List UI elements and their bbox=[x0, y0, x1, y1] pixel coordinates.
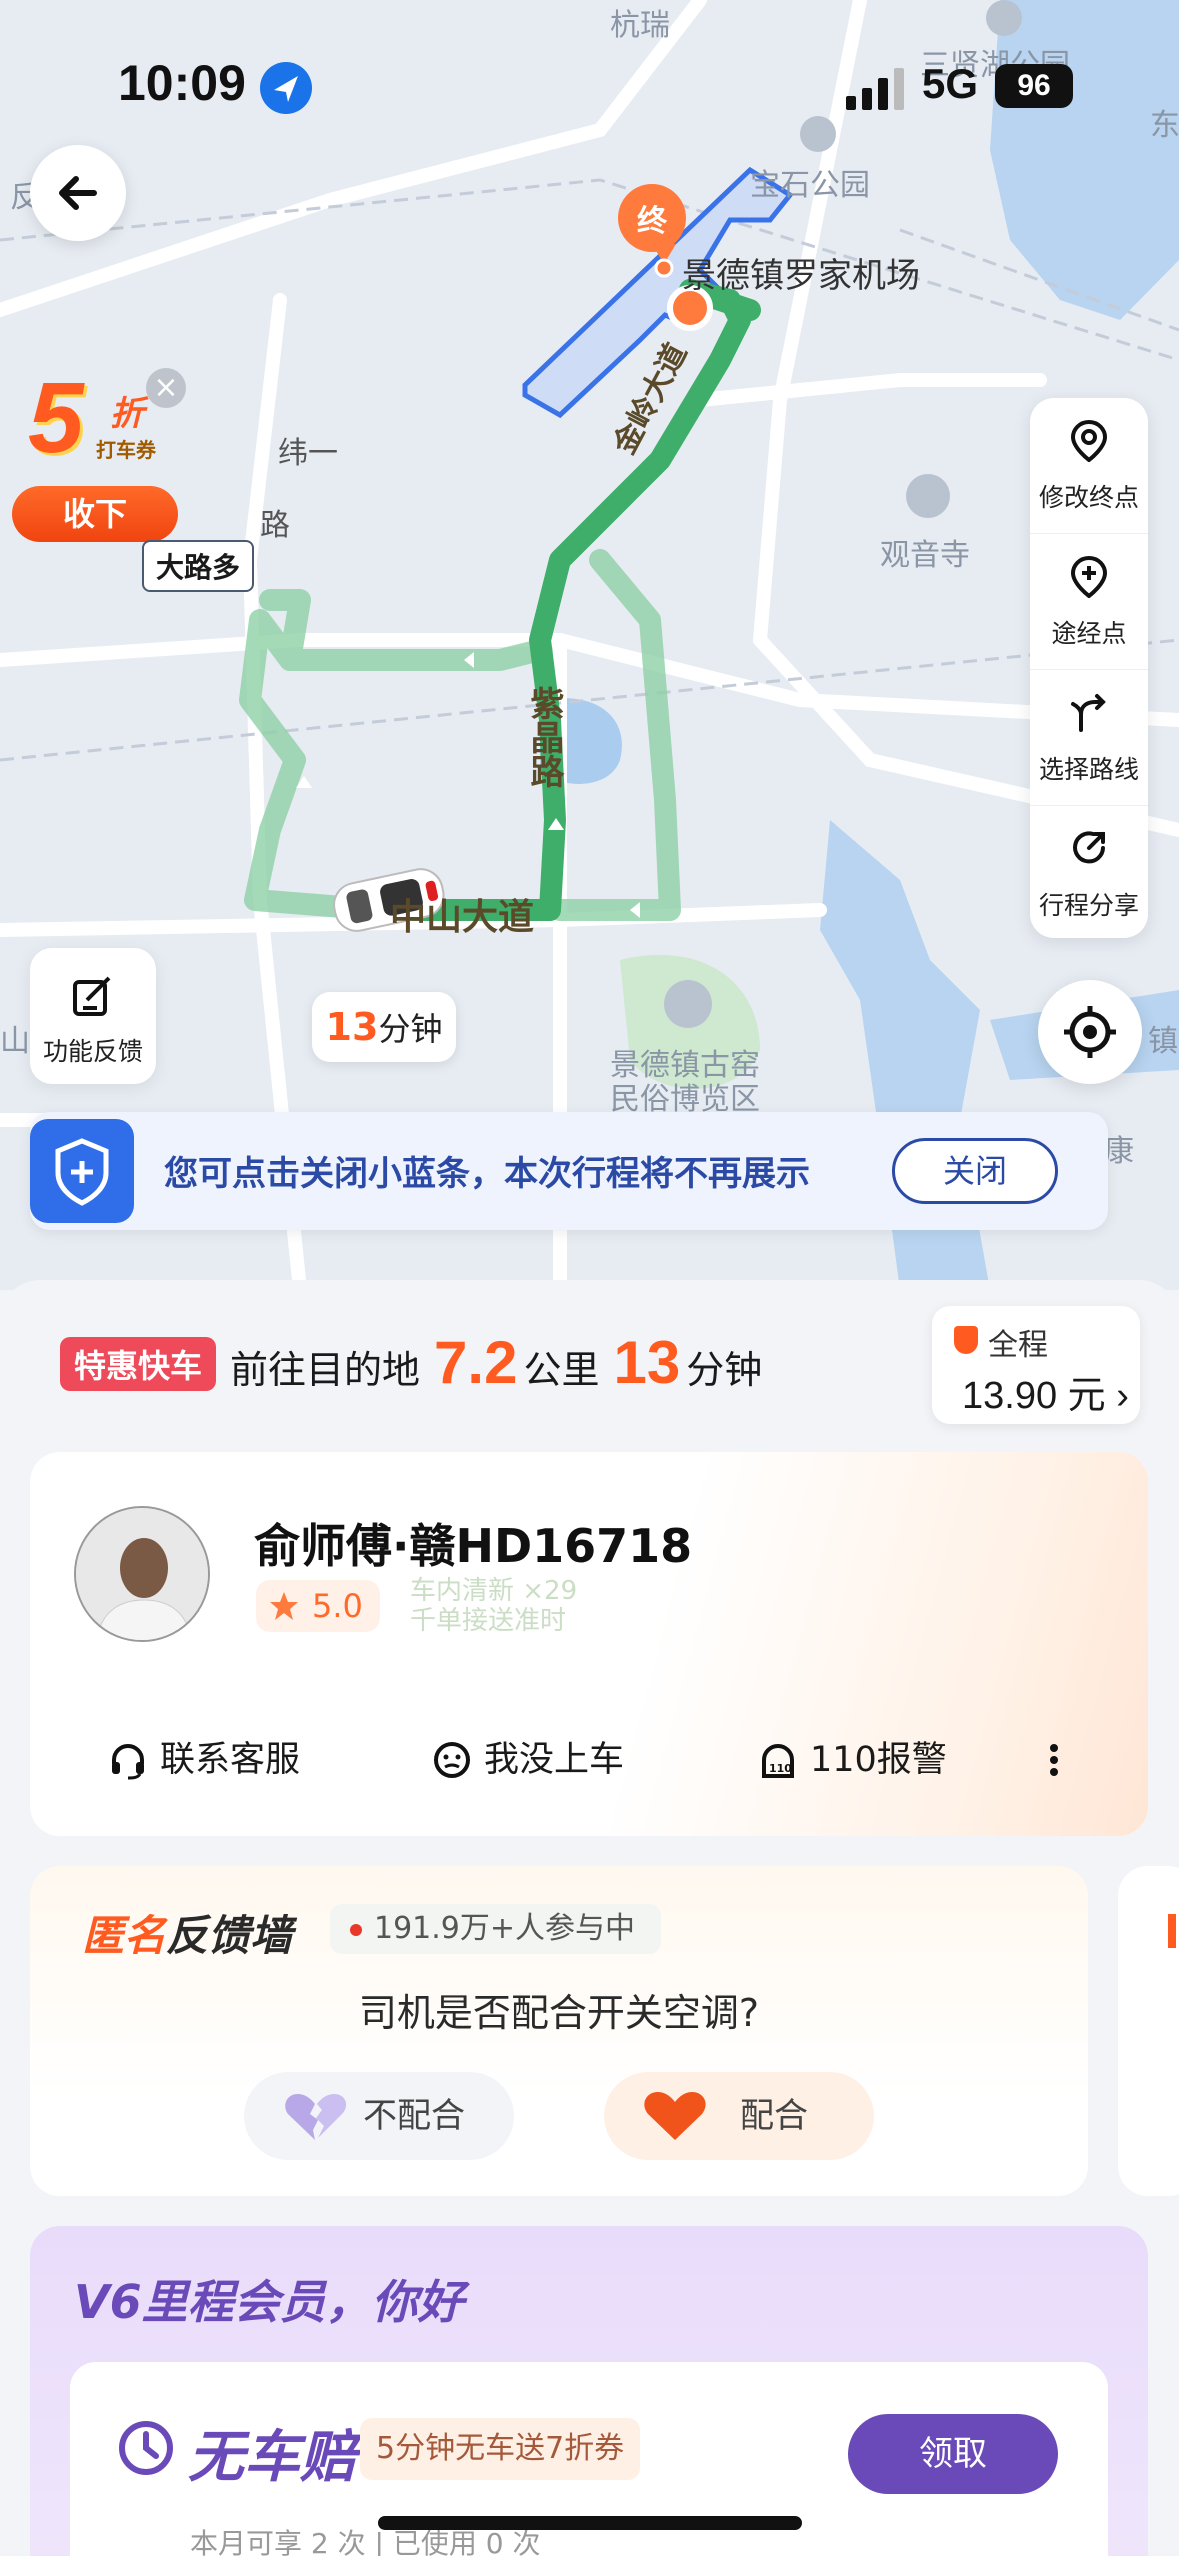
map-label: 康 bbox=[1104, 1134, 1134, 1169]
crosshair-icon bbox=[1064, 1006, 1116, 1058]
member-title: V6里程会员，你好 bbox=[74, 2275, 464, 2329]
tool-share-trip[interactable]: 行程分享 bbox=[1030, 806, 1148, 942]
coupon-take-button[interactable]: 收下 bbox=[12, 486, 178, 542]
tool-select-route[interactable]: 选择路线 bbox=[1030, 670, 1148, 806]
status-bar: 10:09 5G 96 bbox=[0, 0, 1179, 170]
star-icon bbox=[270, 1592, 298, 1620]
map-label: 镇 bbox=[1148, 1024, 1178, 1059]
feature-feedback-button[interactable]: 功能反馈 bbox=[30, 948, 156, 1084]
add-pin-icon bbox=[1070, 555, 1108, 598]
signal-icon bbox=[846, 68, 904, 110]
share-icon bbox=[1073, 831, 1105, 864]
driver-rating: 5.0 bbox=[256, 1580, 380, 1632]
feedback-question: 司机是否配合开关空调? bbox=[358, 1991, 760, 2035]
coupon-close-icon[interactable]: × bbox=[146, 368, 186, 408]
contact-service-button[interactable]: 联系客服 bbox=[108, 1724, 300, 1796]
clock: 10:09 bbox=[118, 55, 246, 111]
more-vertical-icon bbox=[1050, 1744, 1058, 1776]
trip-summary: 特惠快车 前往目的地 7.2 公里 13 分钟 bbox=[60, 1328, 762, 1398]
airport-label: 景德镇罗家机场 bbox=[682, 256, 920, 296]
location-arrow-icon bbox=[260, 62, 312, 114]
edit-icon bbox=[73, 976, 111, 1016]
tool-label: 选择路线 bbox=[1038, 755, 1139, 784]
map-canvas bbox=[0, 0, 1179, 1290]
battery-icon: 96 bbox=[995, 64, 1073, 108]
trip-distance-unit: 公里 bbox=[523, 1348, 600, 1392]
road-label: 紫晶路 bbox=[524, 686, 564, 788]
tool-label: 途经点 bbox=[1051, 619, 1127, 648]
svg-text:110: 110 bbox=[769, 1762, 792, 1775]
trip-minutes-unit: 分钟 bbox=[686, 1348, 763, 1392]
participant-count: 191.9万+人参与中 bbox=[330, 1904, 662, 1954]
trip-distance: 7.2 bbox=[434, 1329, 518, 1396]
map-label: 纬一 bbox=[278, 436, 338, 471]
price-box[interactable]: 全程 13.90 元 › bbox=[932, 1306, 1140, 1424]
eta-pill: 13分钟 bbox=[312, 992, 456, 1062]
broken-heart-icon bbox=[285, 2094, 347, 2140]
ride-type-badge: 特惠快车 bbox=[60, 1337, 217, 1391]
price-value: 13.90 元 › bbox=[962, 1375, 1129, 1417]
face-icon bbox=[434, 1742, 470, 1778]
route-icon bbox=[1071, 694, 1106, 732]
trip-prefix: 前往目的地 bbox=[230, 1348, 421, 1392]
more-button[interactable] bbox=[1048, 1724, 1060, 1796]
option-no-button[interactable]: 不配合 bbox=[244, 2072, 514, 2160]
coupon-discount: 5 bbox=[28, 362, 84, 474]
tool-label: 行程分享 bbox=[1038, 891, 1139, 920]
network-type: 5G bbox=[922, 60, 979, 107]
trip-minutes: 13 bbox=[613, 1329, 681, 1396]
driver-name: 俞师傅·赣HD16718 bbox=[254, 1519, 693, 1573]
price-label: 全程 bbox=[954, 1320, 1048, 1364]
coupon-zhe: 折 bbox=[110, 394, 144, 434]
route-tag: 大路多 bbox=[142, 540, 255, 592]
coupon-subtitle: 打车券 bbox=[96, 438, 156, 462]
option-yes-button[interactable]: 配合 bbox=[604, 2072, 874, 2160]
map-label: 路 bbox=[260, 508, 290, 543]
promo-badge: 5分钟无车送7折券 bbox=[360, 2418, 641, 2480]
safety-bar-text: 您可点击关闭小蓝条，本次行程将不再展示 bbox=[164, 1154, 810, 1194]
driver-tags: 车内清新 ×29 千单接送准时 bbox=[410, 1576, 578, 1636]
no-car-logo: 无车赔 bbox=[116, 2412, 356, 2493]
feedback-label: 功能反馈 bbox=[42, 1037, 143, 1066]
alarm-icon: 110 bbox=[762, 1744, 794, 1778]
road-label: 中山大道 bbox=[390, 897, 535, 938]
map-label: 观音寺 bbox=[880, 538, 970, 573]
card-title: 匿名反馈墙 bbox=[82, 1911, 293, 1960]
driver-actions: 联系客服 我没上车 110 110报警 bbox=[30, 1724, 1148, 1796]
shield-icon bbox=[30, 1119, 134, 1223]
map-view[interactable]: 杭瑞 三贤湖公园 宝石公园 景德镇罗家机场 纬一 路 观音寺 金岭大道 紫晶路 … bbox=[0, 0, 1179, 1290]
locate-button[interactable] bbox=[1038, 980, 1142, 1084]
avatar[interactable] bbox=[74, 1506, 210, 1642]
police-110-button[interactable]: 110 110报警 bbox=[758, 1724, 947, 1796]
eta-unit: 分钟 bbox=[378, 1010, 443, 1048]
next-card-peek[interactable] bbox=[1118, 1866, 1179, 2196]
pin-icon bbox=[1070, 419, 1108, 462]
map-tools-panel: 修改终点 途经点 选择路线 行程分享 bbox=[1030, 398, 1148, 938]
claim-button[interactable]: 领取 bbox=[848, 2414, 1058, 2494]
end-marker: 终 bbox=[637, 204, 667, 239]
clock-icon bbox=[119, 2421, 173, 2475]
headset-icon bbox=[112, 1744, 144, 1780]
discount-coupon[interactable]: 5 折 打车券 收下 × bbox=[10, 362, 186, 542]
member-card: V6里程会员，你好 无车赔 5分钟无车送7折券 领取 本月可享 2 次 | 已使… bbox=[30, 2226, 1148, 2556]
not-boarded-button[interactable]: 我没上车 bbox=[432, 1724, 624, 1796]
driver-card: 俞师傅·赣HD16718 5.0 车内清新 ×29 千单接送准时 联系客服 我没… bbox=[30, 1452, 1148, 1836]
home-indicator[interactable] bbox=[378, 2516, 802, 2530]
safety-bar[interactable]: 您可点击关闭小蓝条，本次行程将不再展示 关闭 bbox=[30, 1112, 1108, 1230]
map-label: 山 bbox=[0, 1024, 30, 1059]
tool-waypoint[interactable]: 途经点 bbox=[1030, 534, 1148, 670]
tool-label: 修改终点 bbox=[1038, 483, 1139, 512]
arrow-left-icon bbox=[59, 176, 97, 210]
tool-edit-destination[interactable]: 修改终点 bbox=[1030, 398, 1148, 534]
safety-bar-close-button[interactable]: 关闭 bbox=[892, 1138, 1058, 1204]
eta-number: 13 bbox=[325, 1005, 379, 1049]
heart-icon bbox=[644, 2092, 706, 2140]
back-button[interactable] bbox=[30, 145, 126, 241]
anonymous-feedback-card: 匿名反馈墙 191.9万+人参与中 司机是否配合开关空调? 不配合 配合 bbox=[30, 1866, 1088, 2196]
